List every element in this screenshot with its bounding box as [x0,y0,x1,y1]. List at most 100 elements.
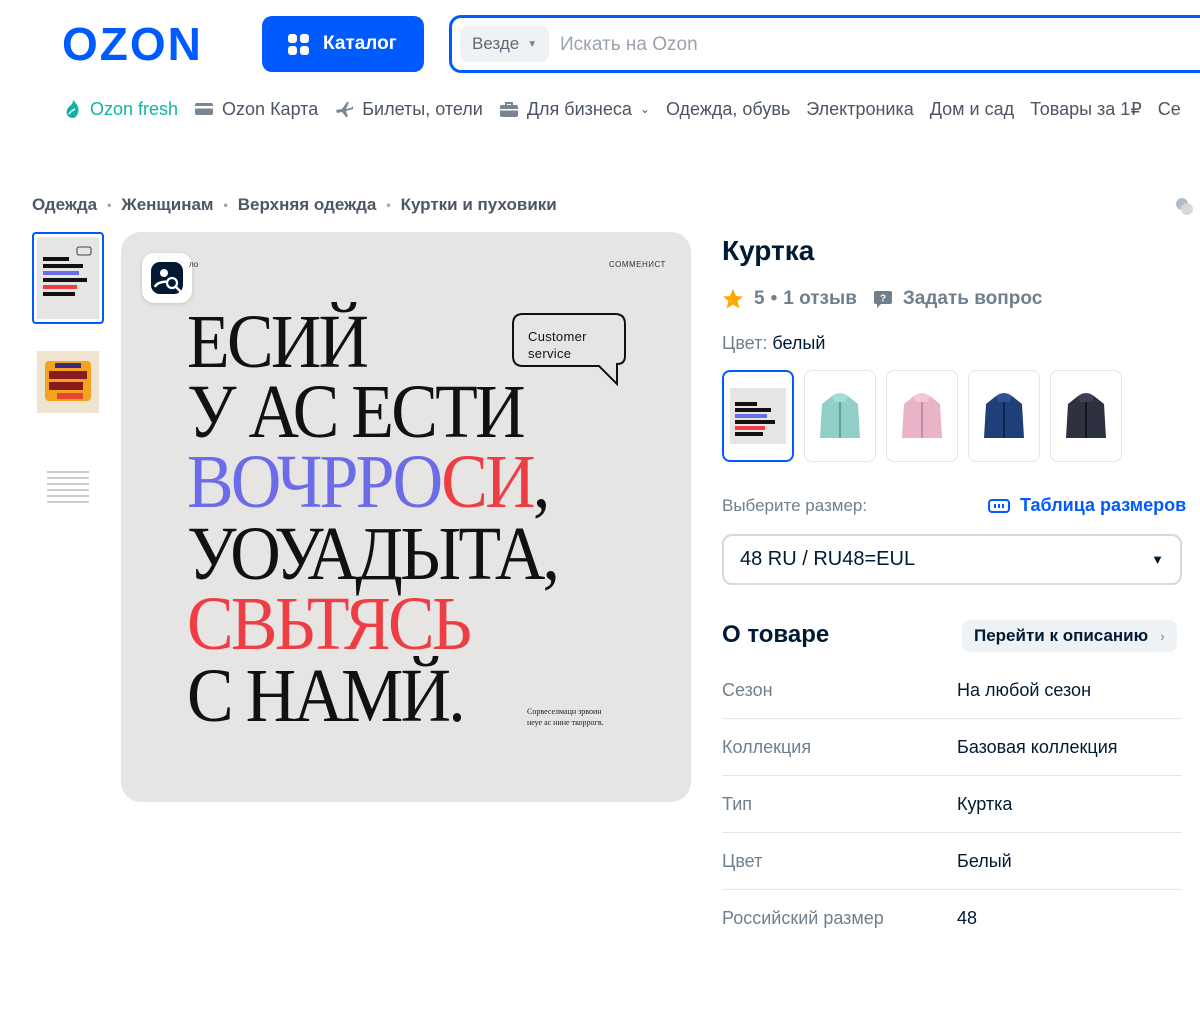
nav-item-ozon-fresh[interactable]: Ozon fresh [64,99,178,120]
specs-list: Сезон На любой сезон Коллекция Базовая к… [722,662,1182,947]
spec-key: Сезон [722,679,773,700]
nav-label: Дом и сад [929,98,1015,119]
variant-pink-jacket[interactable] [886,370,958,462]
catalog-label: Каталог [323,33,397,54]
breadcrumb-item[interactable]: Куртки и пуховики [401,195,557,215]
search-scope-label: Везде [472,34,520,53]
bubble-line: service [528,346,572,361]
poster-top-left-text: ло [189,260,199,269]
breadcrumb: Одежда • Женщинам • Верхняя одежда • Кур… [32,195,557,215]
variant-poster[interactable] [722,370,794,462]
poster-caption-line: Сорвеселмацн зрвоин [527,707,602,716]
navy-jacket-image [984,393,1024,438]
size-chart-thumbnail-image [37,455,99,517]
spec-value: На любой сезон [957,679,1092,700]
variant-poster-image [730,388,786,444]
nav-label: Товары за 1₽ [1030,98,1142,119]
variant-black-jacket[interactable] [1050,370,1122,462]
briefcase-icon [499,102,518,117]
color-label-value: белый [772,333,826,353]
poster-top-right-text: СОММЕНИСТ [609,260,666,269]
card-icon [195,103,214,115]
nav-label: Ozon fresh [90,98,179,119]
black-jacket-image [1066,393,1106,438]
search-scope-dropdown[interactable]: Везде ▼ [460,26,550,62]
spec-key: Коллекция [722,736,812,757]
variant-navy-jacket[interactable] [968,370,1040,462]
nav-item-ozon-card[interactable]: Ozon Карта [194,99,318,120]
leaf-icon [66,100,79,118]
breadcrumb-separator: • [386,198,391,212]
spec-key: Цвет [722,850,763,871]
size-select-value: 48 RU / RU48=EUL [740,548,916,570]
spec-row: Российский размер 48 [722,890,1182,947]
mint-jacket-image [820,393,860,438]
poster-caption-line: неуе ас нине ткоррогв. [527,718,604,727]
search-input[interactable] [560,27,1160,63]
thumbnail-sticker[interactable] [32,336,104,428]
spec-value: 48 [957,908,978,928]
nav-item-home-garden[interactable]: Дом и сад [930,99,1014,120]
breadcrumb-item[interactable]: Женщинам [121,195,213,215]
poster-line-6: С НАМЙ. [187,654,466,738]
chevron-right-icon: › [1160,628,1165,644]
nav-label: Ozon Карта [222,98,319,119]
color-variants [722,370,1132,462]
nav-item-tickets[interactable]: Билеты, отели [334,99,483,120]
thumbnail-size-chart[interactable] [32,440,104,532]
nav-item-electronics[interactable]: Электроника [806,99,913,120]
nav-item-business[interactable]: Для бизнеса ⌄ [499,99,650,120]
nav-label: Одежда, обувь [665,98,791,119]
goto-description-label: Перейти к описанию [974,626,1149,645]
nav-label: Для бизнеса [526,98,632,119]
poster-thumbnail-image [37,237,99,319]
variant-mint-jacket[interactable] [804,370,876,462]
goto-description-button[interactable]: Перейти к описанию › [962,620,1177,652]
chevron-down-icon: ⌄ [639,102,650,116]
ask-question-link[interactable]: ? Задать вопрос [873,288,1042,310]
size-label: Выберите размер: [722,496,868,515]
spec-value: Белый [957,850,1012,871]
poster-line-4: УОУАДЫТА, [187,512,560,596]
top-nav: Ozon fresh Ozon Карта Билеты, отели Для … [64,96,1200,122]
image-search-button[interactable] [142,253,192,303]
size-table-label: Таблица размеров [1020,495,1187,515]
poster-line-3: ВОЧРРОСИ, [187,444,550,520]
logo-text: OZON [62,22,203,66]
spec-row: Цвет Белый [722,833,1182,890]
spec-key: Российский размер [722,908,884,928]
size-select[interactable]: 48 RU / RU48=EUL ▼ [722,534,1182,585]
nav-label: Электроника [806,98,914,119]
poster-line-1: ЕСИЙ [187,300,369,384]
poster-caption: Сорвеселмацн зрвоин неуе ас нине ткоррог… [527,706,604,728]
catalog-button[interactable]: Каталог [262,16,424,72]
plane-icon [336,102,354,117]
spec-row: Сезон На любой сезон [722,662,1182,719]
rating-separator: • [770,288,778,309]
size-table-link[interactable]: Таблица размеров [988,495,1186,516]
speech-bubble-text: Customer service [528,328,587,362]
question-bubble-icon: ? [873,291,892,308]
compare-icon[interactable] [1174,196,1194,216]
product-main-image[interactable]: ло СОММЕНИСТ Customer service ЕСИЙ У АС … [121,232,691,802]
breadcrumb-item[interactable]: Одежда [32,195,97,215]
nav-label: Се [1157,98,1181,119]
reviews-count[interactable]: 1 отзыв [783,288,857,310]
image-search-icon [151,262,183,294]
thumbnail-list [32,232,104,544]
nav-item-more[interactable]: Се [1158,99,1181,120]
nav-item-clothes[interactable]: Одежда, обувь [666,99,790,120]
rating-value[interactable]: 5 [754,288,765,310]
ozon-logo[interactable]: OZON [62,22,232,66]
breadcrumb-item[interactable]: Верхняя одежда [238,195,377,215]
pink-jacket-image [902,393,942,438]
nav-item-one-ruble[interactable]: Товары за 1₽ [1030,99,1142,120]
poster-line-5: СВЬТЯСЬ [187,582,472,666]
ruler-icon [988,498,1010,513]
spec-value: Куртка [957,793,1013,814]
thumbnail-poster[interactable] [32,232,104,324]
ask-question-label: Задать вопрос [902,288,1043,309]
search-bar: Везде ▼ [449,15,1200,73]
spec-key: Тип [722,793,753,814]
rating-row: 5 • 1 отзыв ? Задать вопрос [722,288,1042,310]
